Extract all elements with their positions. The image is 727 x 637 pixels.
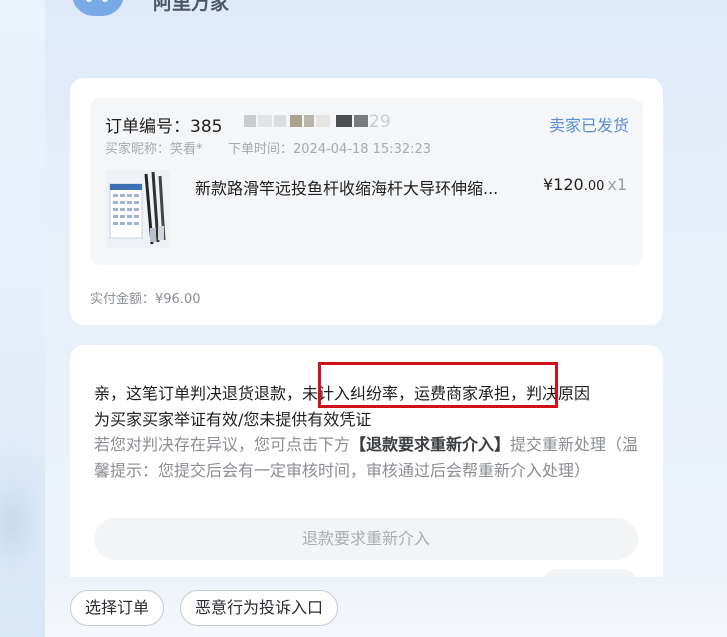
product-title[interactable]: 新款路滑竿远投鱼杆收缩海杆大导环伸缩... xyxy=(195,175,530,199)
product-quantity: x1 xyxy=(607,175,627,194)
reappeal-button[interactable]: 退款要求重新介入 xyxy=(94,518,638,560)
product-price: ¥120.00 xyxy=(543,175,604,194)
verdict-line-2: 为买家买家举证有效/您未提供有效凭证 xyxy=(94,410,372,429)
select-order-button[interactable]: 选择订单 xyxy=(70,590,165,626)
product-thumbnail[interactable] xyxy=(106,170,170,248)
appeal-bold-text: 【退款要求重新介入】 xyxy=(350,435,511,454)
price-decimal: .00 xyxy=(583,179,605,194)
order-number: 订单编号：385 xyxy=(105,117,223,137)
paid-amount: 实付金额：¥96.00 xyxy=(90,292,201,307)
verdict-text-1: 亲，这笔订单判决退货退款， xyxy=(94,384,303,403)
secondary-button-partial[interactable] xyxy=(542,569,638,577)
appeal-text-1: 若您对判决存在异议，您可点击下方 xyxy=(94,435,351,454)
buyer-nickname: 买家昵称：笑看* xyxy=(105,142,203,157)
verdict-message-card: 亲，这笔订单判决退货退款，未计入纠纷率，运费商家承担，判决原因 为买家买家举证有… xyxy=(70,345,663,577)
red-highlight-box xyxy=(318,362,558,408)
complaint-entry-button[interactable]: 恶意行为投诉入口 xyxy=(180,590,339,626)
order-status: 卖家已发货 xyxy=(548,116,629,135)
order-summary[interactable]: 订单编号：385 29 卖家已发货 买家昵称：笑看* 下单时间：2024-04-… xyxy=(90,98,643,265)
order-card[interactable]: 订单编号：385 29 卖家已发货 买家昵称：笑看* 下单时间：2024-04-… xyxy=(70,78,663,325)
price-main: ¥120 xyxy=(543,175,584,194)
order-time: 下单时间：2024-04-18 15:32:23 xyxy=(228,142,432,157)
order-number-tail: 29 xyxy=(369,112,391,132)
appeal-instructions: 若您对判决存在异议，您可点击下方【退款要求重新介入】提交重新处理（温馨提示：您提… xyxy=(94,432,642,484)
brand-name: 阿里万家 xyxy=(153,0,230,14)
